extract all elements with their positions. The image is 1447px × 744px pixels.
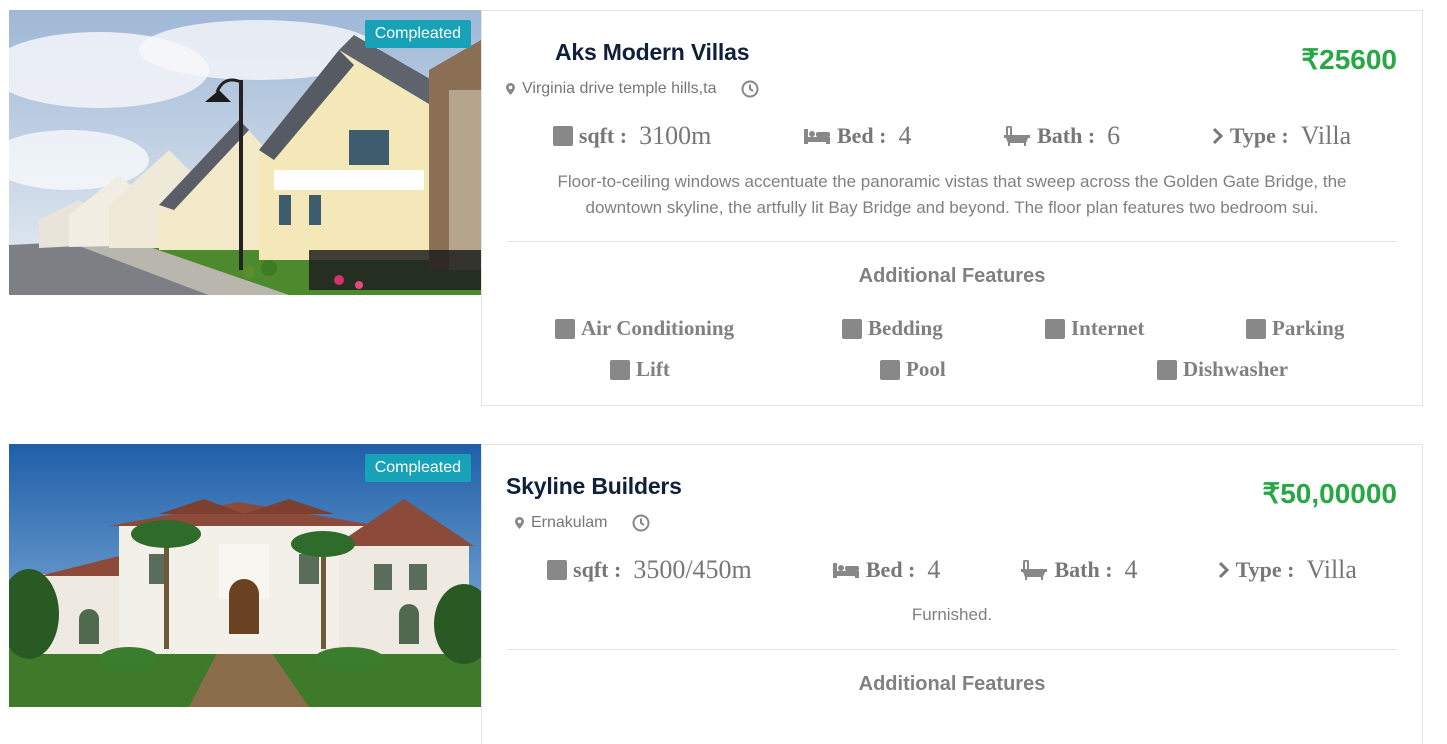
- property-specs: sqft : 3500/450m Bed : 4 Bath : 4 Type :…: [507, 555, 1397, 585]
- spec-label: Bath :: [1037, 123, 1096, 148]
- spec-value: 3500/450m: [633, 555, 752, 584]
- spec-value: 4: [927, 555, 941, 584]
- area-square-icon: [547, 560, 568, 580]
- spec-value: 3100m: [639, 121, 712, 150]
- feature-item: Lift: [610, 357, 670, 382]
- divider: [507, 649, 1397, 650]
- feature-item: Parking: [1246, 316, 1344, 341]
- property-listing: Compleated Skyline Builders ₹50,00000 Er…: [9, 444, 1423, 744]
- spec-bath: Bath : 4: [1020, 555, 1138, 585]
- feature-checkbox-icon: [610, 359, 630, 380]
- feature-label: Bedding: [868, 316, 943, 340]
- property-photo[interactable]: Compleated: [9, 444, 481, 707]
- feature-item: Air Conditioning: [555, 316, 734, 341]
- property-description: Floor-to-ceiling windows accentuate the …: [507, 169, 1397, 221]
- feature-label: Parking: [1272, 316, 1345, 340]
- spec-label: sqft :: [573, 557, 622, 582]
- divider: [507, 241, 1397, 242]
- feature-checkbox-icon: [555, 318, 575, 339]
- houses-street-photo: [9, 10, 481, 295]
- spec-label: Type :: [1235, 557, 1295, 582]
- feature-label: Dishwasher: [1183, 357, 1289, 381]
- spec-value: Villa: [1306, 555, 1357, 584]
- feature-checkbox-icon: [1157, 359, 1177, 380]
- spec-bed: Bed : 4: [832, 555, 941, 585]
- feature-item: Bedding: [842, 316, 943, 341]
- property-card: Skyline Builders ₹50,00000 Ernakulam sqf…: [481, 444, 1423, 744]
- spec-value: 4: [898, 121, 912, 150]
- property-price: ₹25600: [1301, 44, 1397, 75]
- description-line: Floor-to-ceiling windows accentuate the …: [557, 172, 1347, 191]
- property-description: Furnished.: [911, 605, 993, 624]
- feature-label: Pool: [906, 357, 946, 381]
- feature-item: Dishwasher: [1157, 357, 1288, 382]
- bed-icon: [832, 563, 859, 578]
- spec-label: Bath :: [1054, 557, 1113, 582]
- feature-label: Air Conditioning: [581, 316, 735, 340]
- spec-bath: Bath : 6: [1003, 121, 1120, 151]
- description-line: downtown skyline, the artfully lit Bay B…: [585, 198, 1319, 217]
- clock-icon: [632, 514, 650, 532]
- spec-bed: Bed : 4: [803, 121, 912, 151]
- features-heading: Additional Features: [858, 265, 1046, 287]
- map-pin-icon: [506, 83, 515, 95]
- spec-type: Type : Villa: [1218, 555, 1357, 585]
- spec-area: sqft : 3100m: [552, 121, 712, 151]
- bathtub-icon: [1021, 560, 1048, 580]
- property-photo[interactable]: Compleated: [9, 10, 481, 295]
- bathtub-icon: [1004, 126, 1031, 146]
- clock-icon: [741, 80, 759, 98]
- spec-value: 4: [1124, 555, 1138, 584]
- area-square-icon: [552, 126, 573, 146]
- feature-checkbox-icon: [1246, 318, 1266, 339]
- feature-item: Internet: [1045, 316, 1144, 341]
- spec-label: Bed :: [836, 123, 887, 148]
- feature-checkbox-icon: [1045, 318, 1065, 339]
- feature-label: Internet: [1071, 316, 1145, 340]
- feature-item: Pool: [880, 357, 946, 382]
- feature-label: Lift: [636, 357, 670, 381]
- features-heading: Additional Features: [858, 673, 1046, 695]
- location-text: Virginia drive temple hills,ta: [522, 80, 717, 97]
- property-location: Ernakulam: [515, 514, 650, 532]
- property-price: ₹50,00000: [1262, 478, 1397, 509]
- spec-type: Type : Villa: [1212, 121, 1351, 151]
- spec-label: sqft :: [578, 123, 628, 148]
- chevron-right-icon: [1212, 127, 1223, 145]
- mansion-photo: [9, 444, 481, 707]
- map-pin-icon: [515, 517, 524, 529]
- property-card: Aks Modern Villas ₹25600 Virginia drive …: [481, 10, 1423, 406]
- location-text: Ernakulam: [531, 514, 608, 531]
- spec-value: 6: [1107, 121, 1121, 150]
- chevron-right-icon: [1218, 561, 1229, 579]
- spec-area: sqft : 3500/450m: [547, 555, 752, 585]
- property-location: Virginia drive temple hills,ta: [506, 80, 759, 98]
- property-specs: sqft : 3100m Bed : 4 Bath : 6 Type : Vil…: [507, 121, 1397, 151]
- property-title[interactable]: Skyline Builders: [506, 473, 682, 500]
- spec-label: Bed :: [865, 557, 916, 582]
- bed-icon: [803, 129, 830, 144]
- feature-checkbox-icon: [880, 359, 900, 380]
- property-listing: Compleated Aks Modern Villas ₹25600 Virg…: [9, 10, 1423, 406]
- spec-label: Type :: [1229, 123, 1289, 148]
- status-badge: Compleated: [364, 20, 471, 48]
- status-badge: Compleated: [364, 454, 471, 482]
- property-title[interactable]: Aks Modern Villas: [555, 39, 750, 66]
- spec-value: Villa: [1300, 121, 1352, 150]
- feature-checkbox-icon: [842, 318, 862, 339]
